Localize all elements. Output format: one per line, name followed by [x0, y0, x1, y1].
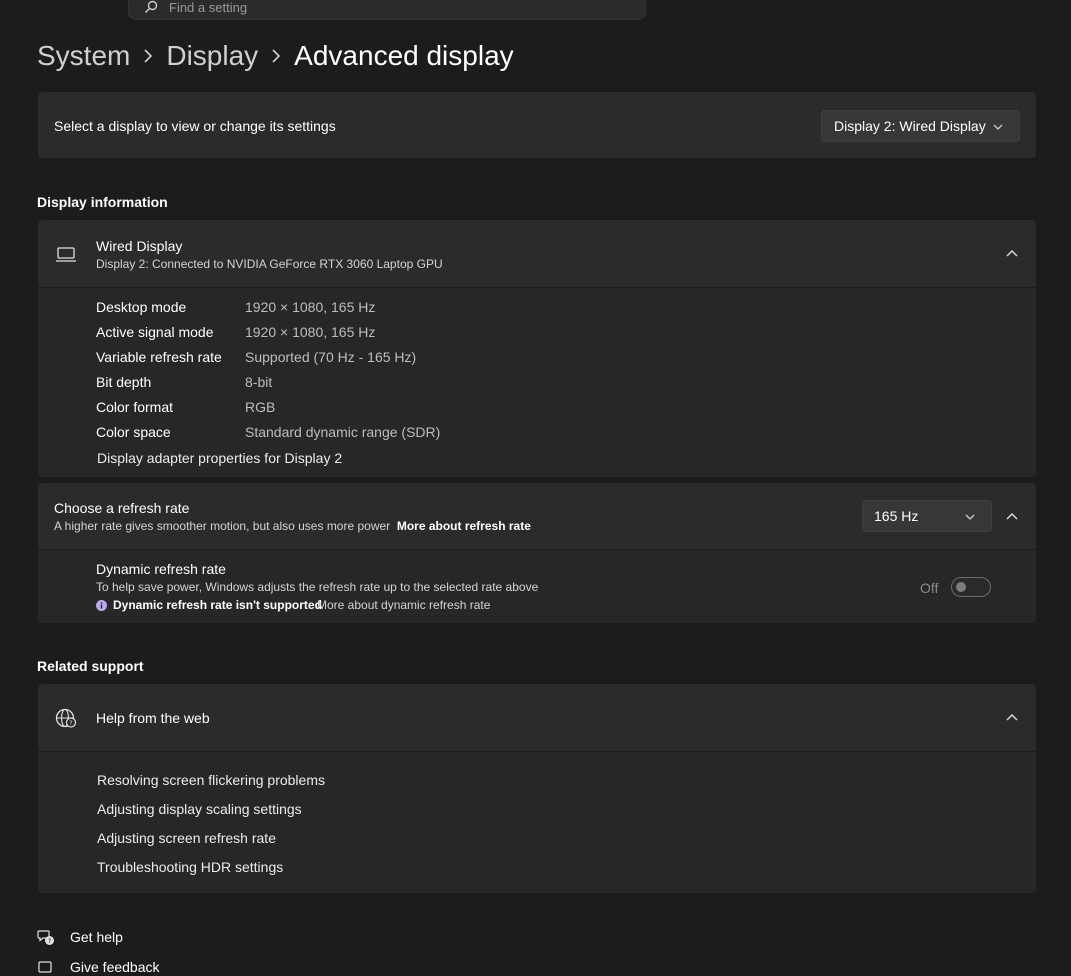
give-feedback-label: Give feedback: [70, 959, 160, 975]
chevron-up-icon[interactable]: [1006, 713, 1018, 721]
refresh-rate-description-text: A higher rate gives smoother motion, but…: [54, 519, 391, 533]
info-icon: [96, 600, 107, 611]
info-value: RGB: [245, 399, 276, 415]
toggle-state-label: Off: [920, 580, 939, 596]
dynamic-refresh-toggle[interactable]: [951, 577, 991, 597]
help-link-scaling[interactable]: Adjusting display scaling settings: [97, 801, 302, 817]
info-value: 1920 × 1080, 165 Hz: [245, 324, 376, 340]
chevron-up-icon[interactable]: [1006, 512, 1018, 520]
dynamic-refresh-warning: Dynamic refresh rate isn't supported: [113, 598, 322, 612]
info-key: Variable refresh rate: [96, 349, 222, 365]
help-link-flickering[interactable]: Resolving screen flickering problems: [97, 772, 325, 788]
get-help-link[interactable]: ? Get help: [37, 928, 123, 946]
refresh-rate-dropdown[interactable]: 165 Hz: [862, 500, 992, 532]
info-key: Color space: [96, 424, 171, 440]
toggle-knob: [956, 582, 966, 592]
section-title-display-information: Display information: [37, 194, 168, 210]
laptop-icon: [56, 247, 76, 262]
info-value: 8-bit: [245, 374, 273, 390]
dynamic-refresh-description: To help save power, Windows adjusts the …: [96, 580, 539, 594]
give-feedback-link[interactable]: Give feedback: [37, 958, 160, 976]
select-display-card: Select a display to view or change its s…: [38, 92, 1036, 158]
wired-display-header[interactable]: Wired Display Display 2: Connected to NV…: [38, 220, 1036, 287]
globe-help-icon: ?: [55, 708, 77, 728]
more-about-refresh-rate-link[interactable]: More about refresh rate: [397, 519, 531, 533]
info-key: Bit depth: [96, 374, 152, 390]
feedback-icon: [38, 961, 52, 973]
get-help-icon: ?: [37, 930, 54, 945]
breadcrumb: System Display Advanced display: [37, 36, 514, 76]
display-dropdown-value: Display 2: Wired Display: [834, 118, 986, 134]
section-title-related-support: Related support: [37, 658, 144, 674]
info-key: Color format: [96, 399, 174, 415]
refresh-rate-description: A higher rate gives smoother motion, but…: [54, 519, 531, 533]
info-value: 1920 × 1080, 165 Hz: [245, 299, 376, 315]
help-link-refresh-rate[interactable]: Adjusting screen refresh rate: [97, 830, 276, 846]
help-from-web-title: Help from the web: [96, 710, 210, 726]
chevron-right-icon: [130, 49, 166, 63]
svg-text:?: ?: [69, 720, 72, 727]
display-info-details: [38, 288, 1036, 477]
display-adapter-properties-link[interactable]: Display adapter properties for Display 2: [97, 450, 342, 466]
info-value: Standard dynamic range (SDR): [245, 424, 441, 440]
info-value: Supported (70 Hz - 165 Hz): [245, 349, 417, 365]
breadcrumb-system[interactable]: System: [37, 40, 130, 72]
svg-text:?: ?: [48, 937, 51, 945]
search-icon: [145, 0, 158, 13]
info-key: Active signal mode: [96, 324, 214, 340]
help-from-web-header[interactable]: ? Help from the web: [38, 684, 1036, 751]
search-box[interactable]: Find a setting: [128, 0, 646, 20]
display-dropdown[interactable]: Display 2: Wired Display: [821, 110, 1020, 142]
refresh-rate-value: 165 Hz: [874, 508, 919, 524]
page-title: Advanced display: [294, 40, 514, 71]
search-input[interactable]: Find a setting: [169, 0, 247, 15]
refresh-rate-card: Choose a refresh rate A higher rate give…: [38, 483, 1036, 549]
get-help-label: Get help: [70, 929, 123, 945]
help-link-hdr[interactable]: Troubleshooting HDR settings: [97, 859, 283, 875]
chevron-down-icon: [965, 514, 975, 520]
chevron-up-icon[interactable]: [1006, 249, 1018, 257]
dynamic-refresh-rate-panel: Dynamic refresh rate To help save power,…: [38, 550, 1036, 623]
device-name: Wired Display: [96, 238, 183, 254]
refresh-rate-title: Choose a refresh rate: [54, 500, 190, 516]
more-about-dynamic-refresh-link[interactable]: More about dynamic refresh rate: [317, 598, 490, 612]
device-subtitle: Display 2: Connected to NVIDIA GeForce R…: [96, 257, 443, 271]
info-key: Desktop mode: [96, 299, 187, 315]
breadcrumb-display[interactable]: Display: [166, 40, 258, 72]
select-display-label: Select a display to view or change its s…: [54, 118, 336, 134]
dynamic-refresh-title: Dynamic refresh rate: [96, 561, 226, 577]
chevron-right-icon: [258, 49, 294, 63]
chevron-down-icon: [993, 124, 1003, 130]
